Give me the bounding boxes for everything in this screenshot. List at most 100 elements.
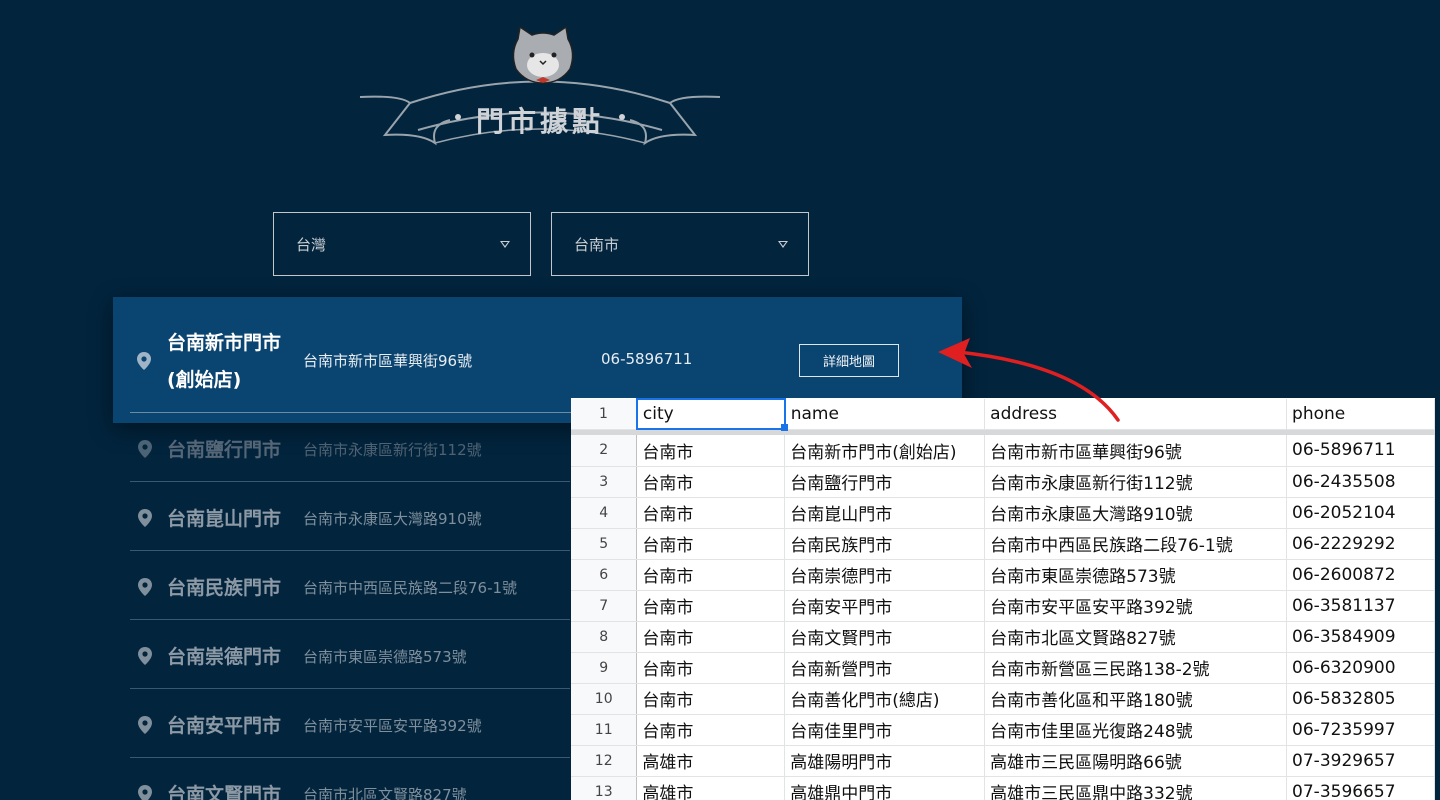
cell-city[interactable]: 台南市 (636, 714, 786, 746)
cell-phone[interactable]: 06-2052104 (1286, 497, 1435, 529)
cell-city[interactable]: 台南市 (636, 652, 786, 684)
cell-address[interactable]: 台南市安平區安平路392號 (984, 590, 1288, 622)
table-row: 9 台南市 台南新營門市 台南市新營區三民路138-2號 06-6320900 (571, 652, 1435, 684)
cell-phone[interactable]: 06-3581137 (1286, 590, 1435, 622)
cell-address[interactable]: 台南市善化區和平路180號 (984, 683, 1288, 715)
store-name: 台南鹽行門市 (167, 439, 282, 461)
cell-name[interactable]: 台南安平門市 (784, 590, 986, 622)
row-number: 6 (571, 559, 638, 591)
row-number: 10 (571, 683, 638, 715)
cell-address[interactable]: 台南市中西區民族路二段76-1號 (984, 528, 1288, 560)
store-item[interactable]: 台南鹽行門市 台南市永康區新行街112號 (130, 413, 570, 482)
store-name-line2: (創始店) (167, 369, 242, 391)
cell-name[interactable]: 台南崑山門市 (784, 497, 986, 529)
store-name: 台南民族門市 (167, 577, 282, 599)
table-row: 10 台南市 台南善化門市(總店) 台南市善化區和平路180號 06-5832805 (571, 683, 1435, 715)
city-select[interactable]: 台南市 (551, 212, 809, 276)
store-item[interactable]: 台南安平門市 台南市安平區安平路392號 (130, 689, 570, 758)
cell-address[interactable]: 高雄市三民區鼎中路332號 (984, 776, 1288, 800)
store-item[interactable]: 台南民族門市 台南市中西區民族路二段76-1號 (130, 551, 570, 620)
table-row: 5 台南市 台南民族門市 台南市中西區民族路二段76-1號 06-2229292 (571, 528, 1435, 560)
cell-city[interactable]: 台南市 (636, 497, 786, 529)
cell-city[interactable]: 台南市 (636, 621, 786, 653)
cell-name[interactable]: 台南文賢門市 (784, 621, 986, 653)
cell-address[interactable]: 台南市東區崇德路573號 (984, 559, 1288, 591)
cell-address[interactable]: 台南市新營區三民路138-2號 (984, 652, 1288, 684)
store-item[interactable]: 台南文賢門市 台南市北區文賢路827號 (130, 758, 570, 800)
map-detail-button[interactable]: 詳細地圖 (799, 344, 899, 377)
store-name-line1: 台南新市門市 (167, 332, 282, 354)
table-row: 7 台南市 台南安平門市 台南市安平區安平路392號 06-3581137 (571, 590, 1435, 622)
row-number: 8 (571, 621, 638, 653)
store-address: 台南市永康區新行街112號 (303, 441, 482, 459)
cell-address[interactable]: 台南市新市區華興街96號 (984, 435, 1288, 467)
cell-address[interactable]: 台南市佳里區光復路248號 (984, 714, 1288, 746)
cell-phone[interactable]: 06-2600872 (1286, 559, 1435, 591)
store-address: 台南市東區崇德路573號 (303, 648, 467, 666)
cell-address[interactable]: 台南市北區文賢路827號 (984, 621, 1288, 653)
cell-city[interactable]: 高雄市 (636, 776, 786, 800)
cell-phone[interactable]: 07-3596657 (1286, 776, 1435, 800)
row-number: 9 (571, 652, 638, 684)
row-number: 13 (571, 776, 638, 800)
cell-address[interactable]: 台南市永康區新行街112號 (984, 466, 1288, 498)
red-arrow-icon (938, 338, 1120, 422)
cell-phone[interactable]: 06-3584909 (1286, 621, 1435, 653)
cell-name[interactable]: 台南佳里門市 (784, 714, 986, 746)
cell-city[interactable]: 台南市 (636, 590, 786, 622)
table-row: 11 台南市 台南佳里門市 台南市佳里區光復路248號 06-7235997 (571, 714, 1435, 746)
cell-address[interactable]: 台南市永康區大灣路910號 (984, 497, 1288, 529)
store-address: 台南市安平區安平路392號 (303, 717, 482, 735)
store-name: 台南崑山門市 (167, 508, 282, 530)
column-header-city[interactable]: city (635, 398, 786, 430)
cell-city[interactable]: 台南市 (636, 559, 786, 591)
cell-phone[interactable]: 07-3929657 (1286, 745, 1435, 777)
table-row: 6 台南市 台南崇德門市 台南市東區崇德路573號 06-2600872 (571, 559, 1435, 591)
store-name: 台南文賢門市 (167, 784, 282, 800)
cell-name[interactable]: 台南新市門市(創始店) (784, 435, 986, 467)
cell-name[interactable]: 高雄陽明門市 (784, 745, 986, 777)
store-address: 台南市新市區華興街96號 (303, 352, 473, 370)
row-number: 2 (571, 435, 638, 467)
page-title: 門市據點 (475, 105, 604, 138)
cell-city[interactable]: 台南市 (636, 683, 786, 715)
cell-city[interactable]: 高雄市 (636, 745, 786, 777)
row-number: 5 (571, 528, 638, 560)
store-name: 台南新市門市 (創始店) (167, 325, 297, 399)
spreadsheet-table: 1 city name address phone 2 台南市 台南新市門市(創始店… (571, 398, 1435, 800)
table-row: 3 台南市 台南鹽行門市 台南市永康區新行街112號 06-2435508 (571, 466, 1435, 498)
cell-name[interactable]: 高雄鼎中門市 (784, 776, 986, 800)
store-name: 台南安平門市 (167, 715, 282, 737)
store-address: 台南市中西區民族路二段76-1號 (303, 579, 518, 597)
store-item[interactable]: 台南崑山門市 台南市永康區大灣路910號 (130, 482, 570, 551)
cell-phone[interactable]: 06-6320900 (1286, 652, 1435, 684)
row-number: 4 (571, 497, 638, 529)
country-select[interactable]: 台灣 (273, 212, 531, 276)
store-item[interactable]: 台南崇德門市 台南市東區崇德路573號 (130, 620, 570, 689)
caret-down-icon (778, 241, 788, 248)
store-address: 台南市北區文賢路827號 (303, 786, 467, 800)
cell-phone[interactable]: 06-2435508 (1286, 466, 1435, 498)
cell-city[interactable]: 台南市 (636, 528, 786, 560)
cell-city[interactable]: 台南市 (636, 435, 786, 467)
store-name: 台南崇德門市 (167, 646, 282, 668)
cell-phone[interactable]: 06-7235997 (1286, 714, 1435, 746)
cell-phone[interactable]: 06-2229292 (1286, 528, 1435, 560)
cell-name[interactable]: 台南崇德門市 (784, 559, 986, 591)
cell-name[interactable]: 台南善化門市(總店) (784, 683, 986, 715)
cell-name[interactable]: 台南民族門市 (784, 528, 986, 560)
cell-address[interactable]: 高雄市三民區陽明路66號 (984, 745, 1288, 777)
store-phone: 06-5896711 (601, 350, 693, 368)
cell-phone[interactable]: 06-5896711 (1286, 435, 1435, 467)
spreadsheet-overlay: 1 city name address phone 2 台南市 台南新市門市(創始店… (571, 398, 1435, 800)
cell-phone[interactable]: 06-5832805 (1286, 683, 1435, 715)
column-header-phone[interactable]: phone (1286, 399, 1435, 430)
location-pin-icon (138, 440, 152, 458)
cell-city[interactable]: 台南市 (636, 466, 786, 498)
cell-name[interactable]: 台南新營門市 (784, 652, 986, 684)
selection-handle[interactable] (781, 424, 788, 431)
page-banner (340, 25, 740, 165)
cell-name[interactable]: 台南鹽行門市 (784, 466, 986, 498)
location-pin-icon (138, 509, 152, 527)
location-pin-icon (138, 785, 152, 800)
